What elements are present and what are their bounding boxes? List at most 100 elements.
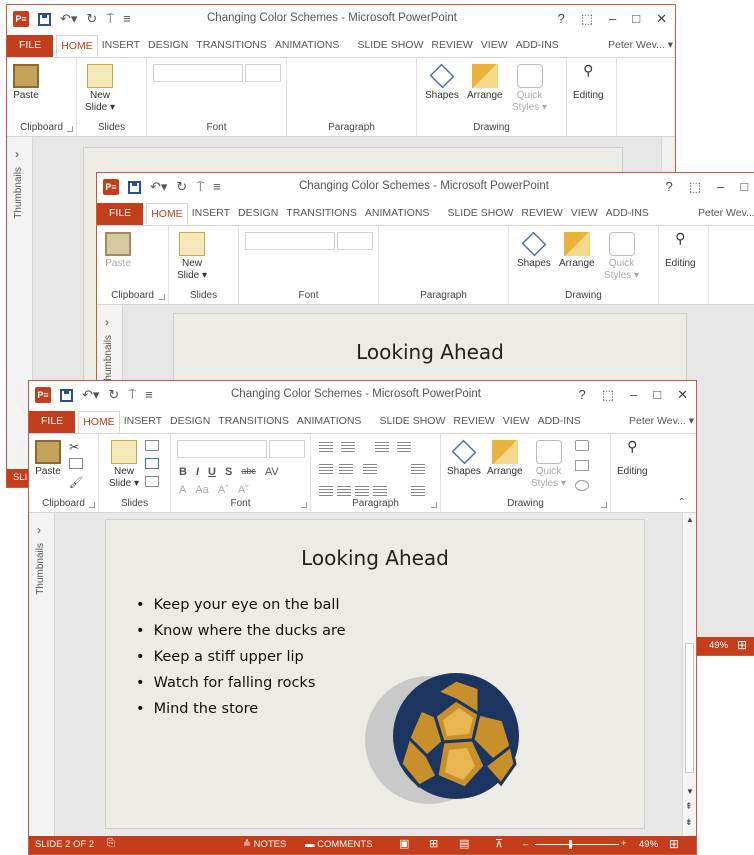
new-slide-button[interactable]: New Slide ▾ <box>109 440 139 490</box>
maximize-button[interactable]: □ <box>740 179 748 195</box>
new-slide-button[interactable]: New Slide ▾ <box>177 232 207 282</box>
tab-home[interactable]: HOME <box>146 203 188 225</box>
tab-file[interactable]: FILE <box>97 203 144 225</box>
close-button[interactable]: ✕ <box>656 11 667 27</box>
slide-show-icon[interactable]: ⊼ <box>495 837 503 850</box>
user-account[interactable]: Peter Wev... ▾ <box>625 411 696 433</box>
editing-button[interactable]: ⚲ Editing <box>665 231 696 270</box>
clipboard-launcher-icon[interactable] <box>89 502 95 508</box>
tab-review[interactable]: REVIEW <box>427 35 476 57</box>
underline-button[interactable]: U <box>208 466 216 478</box>
quick-styles-button[interactable]: Quick Styles ▾ <box>531 440 566 490</box>
scroll-up-icon[interactable]: ▲ <box>686 515 694 524</box>
font-name-combo[interactable] <box>153 64 243 82</box>
minimize-button[interactable]: – <box>630 387 637 403</box>
next-slide-icon[interactable]: ⇟ <box>685 817 693 828</box>
previous-slide-icon[interactable]: ⇞ <box>685 801 693 812</box>
editing-button[interactable]: ⚲ Editing <box>617 439 648 478</box>
tab-transitions[interactable]: TRANSITIONS <box>192 35 271 57</box>
user-account[interactable]: Peter Wev... ▾ <box>694 203 754 225</box>
user-account[interactable]: Peter Wev... ▾ <box>604 35 675 57</box>
tab-review[interactable]: REVIEW <box>517 203 566 225</box>
quick-styles-button[interactable]: Quick Styles ▾ <box>604 232 639 282</box>
maximize-button[interactable]: □ <box>653 387 661 403</box>
arrange-button[interactable]: Arrange <box>467 64 503 102</box>
shapes-button[interactable]: Shapes <box>447 439 481 478</box>
tab-design[interactable]: DESIGN <box>234 203 282 225</box>
tab-design[interactable]: DESIGN <box>144 35 192 57</box>
copy-icon[interactable] <box>69 458 83 469</box>
tab-animations[interactable]: ANIMATIONS <box>293 411 366 433</box>
align-right-icon[interactable] <box>355 486 369 496</box>
expand-thumbnails-icon[interactable]: › <box>37 523 41 537</box>
font-size-combo[interactable] <box>337 232 373 250</box>
editing-button[interactable]: ⚲ Editing <box>573 63 604 102</box>
ribbon-display-button[interactable]: ⬚ <box>689 179 701 195</box>
soccer-ball-image[interactable] <box>361 660 526 820</box>
font-color-button[interactable]: A <box>179 484 186 496</box>
notes-button[interactable]: ≙ NOTES <box>243 839 286 850</box>
bullet-list[interactable]: Keep your eye on the ball Know where the… <box>136 592 346 722</box>
align-text-icon[interactable] <box>411 464 425 474</box>
zoom-slider[interactable] <box>535 844 619 845</box>
shadow-button[interactable]: S <box>225 466 232 478</box>
tab-view[interactable]: VIEW <box>499 411 534 433</box>
font-size-combo[interactable] <box>245 64 281 82</box>
zoom-out-icon[interactable]: – <box>523 839 528 850</box>
strikethrough-button[interactable]: abc <box>241 466 256 478</box>
tab-home[interactable]: HOME <box>56 35 98 57</box>
tab-file[interactable]: FILE <box>29 411 76 433</box>
align-left-icon[interactable] <box>319 486 333 496</box>
cut-icon[interactable]: ✂ <box>69 440 79 454</box>
tab-slide-show[interactable]: SLIDE SHOW <box>443 203 517 225</box>
tab-slide-show[interactable]: SLIDE SHOW <box>353 35 427 57</box>
redo-icon[interactable]: ↻ <box>86 11 97 27</box>
slide-title[interactable]: Looking Ahead <box>174 340 686 364</box>
close-button[interactable]: ✕ <box>677 387 688 403</box>
undo-icon[interactable]: ↶▾ <box>60 11 77 27</box>
tab-insert[interactable]: INSERT <box>120 411 166 433</box>
tab-transitions[interactable]: TRANSITIONS <box>214 411 293 433</box>
customize-qat-icon[interactable]: ≡ <box>213 179 221 195</box>
help-button[interactable]: ? <box>665 179 672 195</box>
clipboard-launcher-icon[interactable] <box>67 126 73 132</box>
reading-view-icon[interactable]: ▤ <box>459 837 469 850</box>
align-center-icon[interactable] <box>337 486 351 496</box>
line-spacing-icon[interactable] <box>375 442 389 452</box>
italic-button[interactable]: I <box>196 466 199 478</box>
scroll-thumb[interactable] <box>685 643 694 773</box>
maximize-button[interactable]: □ <box>632 11 640 27</box>
minimize-button[interactable]: – <box>717 179 724 195</box>
paste-button[interactable]: Paste <box>35 440 61 478</box>
slide-sorter-icon[interactable]: ⊞ <box>429 837 438 850</box>
slide-canvas[interactable]: Looking Ahead Keep your eye on the ball … <box>105 519 645 829</box>
normal-view-icon[interactable]: ▣ <box>399 837 409 850</box>
tab-view[interactable]: VIEW <box>477 35 512 57</box>
justify-icon[interactable] <box>373 486 387 496</box>
zoom-level[interactable]: 49% <box>639 839 658 850</box>
tab-design[interactable]: DESIGN <box>166 411 214 433</box>
save-icon[interactable] <box>38 12 51 26</box>
new-slide-button[interactable]: New Slide ▾ <box>85 64 115 114</box>
tab-animations[interactable]: ANIMATIONS <box>361 203 434 225</box>
start-presentation-icon[interactable]: ⍑ <box>196 179 204 195</box>
bullets-icon[interactable] <box>319 442 333 452</box>
help-button[interactable]: ? <box>557 11 564 27</box>
save-icon[interactable] <box>128 180 141 194</box>
fit-slide-icon[interactable]: ⊞ <box>669 837 679 851</box>
tab-add-ins[interactable]: ADD-INS <box>602 203 653 225</box>
tab-insert[interactable]: INSERT <box>98 35 144 57</box>
start-presentation-icon[interactable]: ⍑ <box>128 387 136 403</box>
arrange-button[interactable]: Arrange <box>487 440 523 478</box>
collapse-ribbon-icon[interactable]: ⌃ <box>678 497 686 508</box>
start-presentation-icon[interactable]: ⍑ <box>106 11 114 27</box>
shape-outline-icon[interactable] <box>575 460 589 471</box>
comments-button[interactable]: ▬ COMMENTS <box>305 839 373 850</box>
shape-fill-icon[interactable] <box>575 440 589 451</box>
grow-font-button[interactable]: Aˆ <box>218 484 229 496</box>
spell-check-icon[interactable]: ⎘ <box>107 838 115 849</box>
smartart-icon[interactable] <box>411 486 425 496</box>
font-launcher-icon[interactable] <box>301 502 307 508</box>
paste-button[interactable]: Paste <box>105 232 131 270</box>
minimize-button[interactable]: – <box>609 11 616 27</box>
